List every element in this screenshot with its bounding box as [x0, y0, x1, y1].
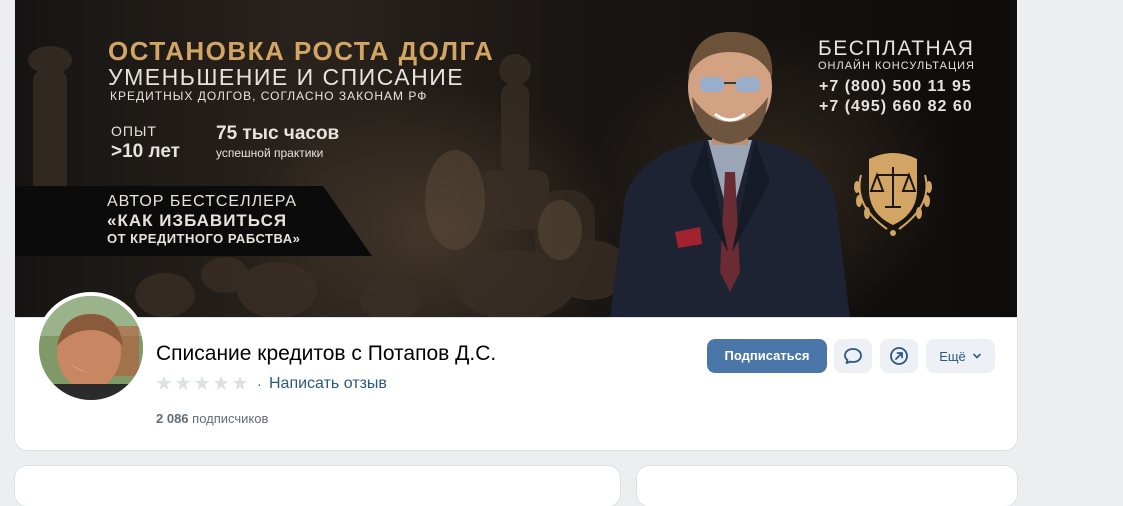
star-icon[interactable] [213, 375, 229, 391]
scales-of-justice-icon [854, 153, 932, 236]
chevron-down-icon [972, 353, 981, 359]
book-line-1: АВТОР БЕСТСЕЛЛЕРА [107, 193, 298, 210]
experience-value: >10 лет [111, 141, 180, 162]
phone-1: +7 (800) 500 11 95 [819, 78, 972, 95]
more-button[interactable]: Ещё [926, 339, 995, 373]
rating-stars[interactable] [156, 375, 248, 391]
group-profile-card: Списание кредитов с Потапов Д.С. · Напис… [15, 292, 1017, 450]
book-line-2: «КАК ИЗБАВИТЬСЯ [107, 211, 288, 230]
group-title: Списание кредитов с Потапов Д.С. [156, 342, 497, 365]
more-label: Ещё [939, 348, 966, 364]
star-icon[interactable] [156, 375, 172, 391]
content-card-left [15, 466, 620, 506]
share-arrow-icon [890, 347, 908, 365]
write-review-link[interactable]: Написать отзыв [269, 375, 387, 393]
hours-label: успешной практики [216, 146, 324, 160]
experience-label: ОПЫТ [111, 123, 157, 139]
cover-subheadline: УМЕНЬШЕНИЕ И СПИСАНИЕ [108, 64, 465, 90]
avatar[interactable] [35, 292, 147, 404]
message-bubble-icon [844, 348, 862, 364]
hours-value: 75 тыс часов [216, 123, 340, 144]
cover-image: ОСТАНОВКА РОСТА ДОЛГА УМЕНЬШЕНИЕ И СПИСА… [15, 0, 1017, 318]
cover-headline: ОСТАНОВКА РОСТА ДОЛГА [108, 36, 495, 66]
content-card-right [637, 466, 1017, 506]
subscribers-label: подписчиков [192, 411, 269, 426]
star-icon[interactable] [175, 375, 191, 391]
subscribe-button[interactable]: Подписаться [707, 339, 827, 373]
consult-subtitle: ОНЛАЙН КОНСУЛЬТАЦИЯ [818, 60, 975, 72]
book-line-3: ОТ КРЕДИТНОГО РАБСТВА» [107, 231, 301, 246]
star-icon[interactable] [232, 375, 248, 391]
subscribers-count: 2 086 подписчиков [156, 411, 268, 426]
avatar-photo [39, 296, 143, 400]
cover-subheadline-2: КРЕДИТНЫХ ДОЛГОВ, СОГЛАСНО ЗАКОНАМ РФ [110, 89, 428, 103]
message-button[interactable] [834, 339, 872, 373]
separator-dot: · [257, 376, 262, 392]
subscribers-number: 2 086 [156, 411, 189, 426]
star-icon[interactable] [194, 375, 210, 391]
share-button[interactable] [880, 339, 918, 373]
consult-title: БЕСПЛАТНАЯ [818, 37, 975, 60]
phone-2: +7 (495) 660 82 60 [819, 98, 973, 115]
